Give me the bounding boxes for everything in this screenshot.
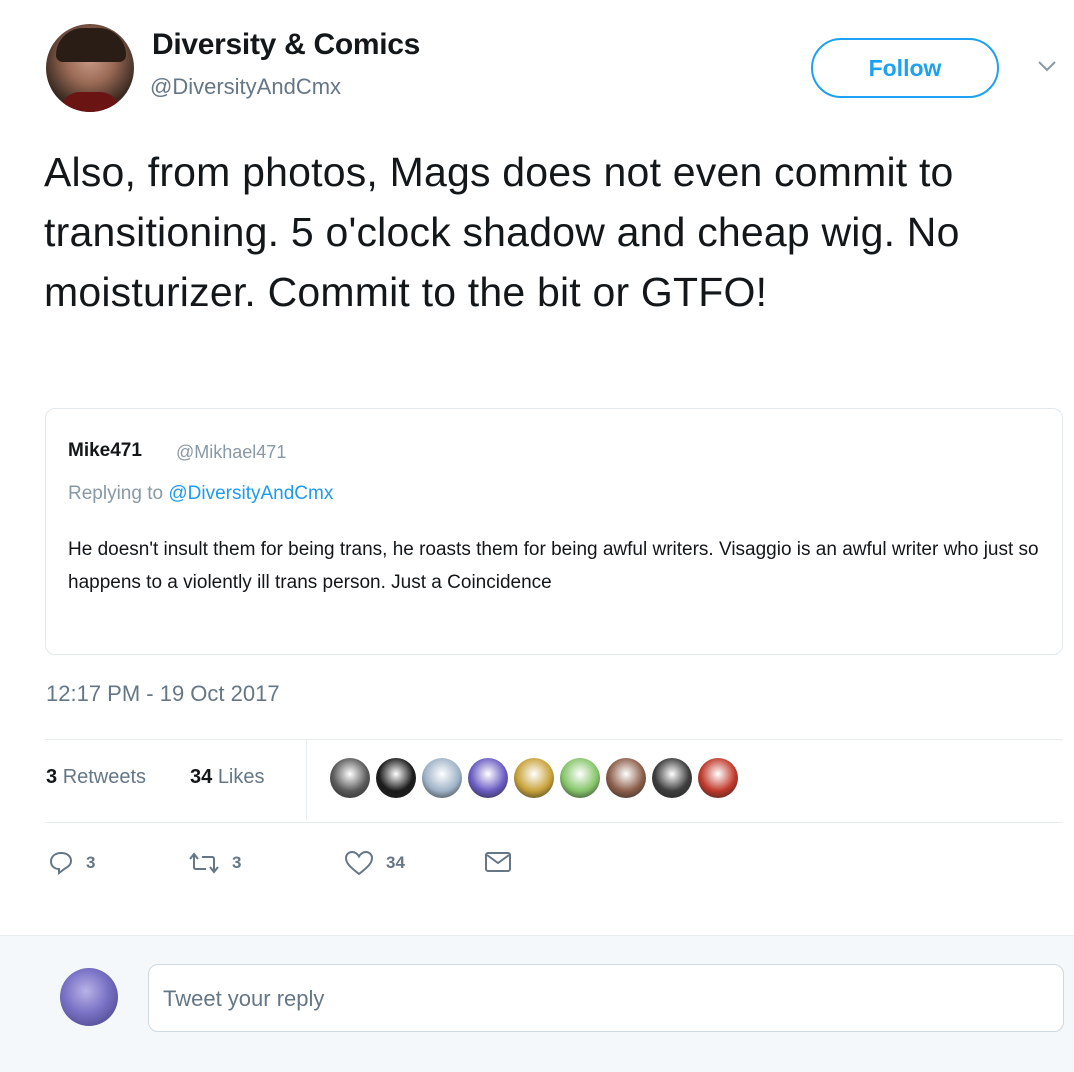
reply-icon [49,851,73,875]
liker-avatar[interactable] [376,758,416,798]
quoted-author-handle: @Mikhael471 [176,442,287,462]
liker-avatar[interactable] [468,758,508,798]
reply-action[interactable]: 3 [48,850,95,876]
liker-avatar[interactable] [422,758,462,798]
like-action[interactable]: 34 [344,850,405,876]
reply-count: 3 [86,853,96,872]
quoted-text: He doesn't insult them for being trans, … [68,539,1039,593]
likes-count: 34 [190,766,213,788]
liker-avatar[interactable] [330,758,370,798]
user-avatar[interactable] [60,968,118,1026]
replying-to-handle[interactable]: @DiversityAndCmx [168,483,333,504]
likes-label: Likes [217,766,265,788]
liker-avatars [330,758,738,800]
reply-input[interactable]: Tweet your reply [148,964,1064,1032]
liker-avatar[interactable] [606,758,646,798]
quoted-author-name: Mike471 [68,440,142,461]
envelope-icon [485,852,511,872]
divider [45,739,1063,740]
liker-avatar[interactable] [560,758,600,798]
retweet-icon [189,852,219,874]
reply-composer: Tweet your reply [0,935,1074,1072]
author-avatar[interactable] [46,24,134,112]
retweet-action[interactable]: 3 [188,850,241,876]
liker-avatar[interactable] [652,758,692,798]
tweet-actions: 3 3 34 [48,850,568,884]
avatar-hair [56,28,126,62]
quoted-tweet[interactable]: Mike471 @Mikhael471 Replying to @Diversi… [45,408,1063,655]
tweet-card: Diversity & Comics @DiversityAndCmx Foll… [0,0,1074,935]
chevron-down-icon[interactable] [1036,58,1058,74]
like-count: 34 [386,853,405,872]
replying-prefix: Replying to [68,483,164,504]
follow-button[interactable]: Follow [811,38,999,98]
stats-divider [306,740,307,820]
tweet-timestamp[interactable]: 12:17 PM - 19 Oct 2017 [46,681,280,707]
retweet-count: 3 [232,853,242,872]
retweets-count: 3 [46,766,58,788]
author-name[interactable]: Diversity & Comics [152,28,420,62]
retweets-label: Retweets [62,766,147,788]
divider [45,822,1063,823]
tweet-text: Also, from photos, Mags does not even co… [44,149,960,315]
liker-avatar[interactable] [698,758,738,798]
quoted-replying-to: Replying to @DiversityAndCmx [68,483,333,505]
heart-icon [344,850,374,876]
liker-avatar[interactable] [514,758,554,798]
author-handle[interactable]: @DiversityAndCmx [150,74,341,100]
likes-stat[interactable]: 34 Likes [190,766,265,789]
avatar-shirt [60,92,120,112]
retweets-stat[interactable]: 3 Retweets [46,766,146,789]
direct-message-action[interactable] [484,850,512,874]
